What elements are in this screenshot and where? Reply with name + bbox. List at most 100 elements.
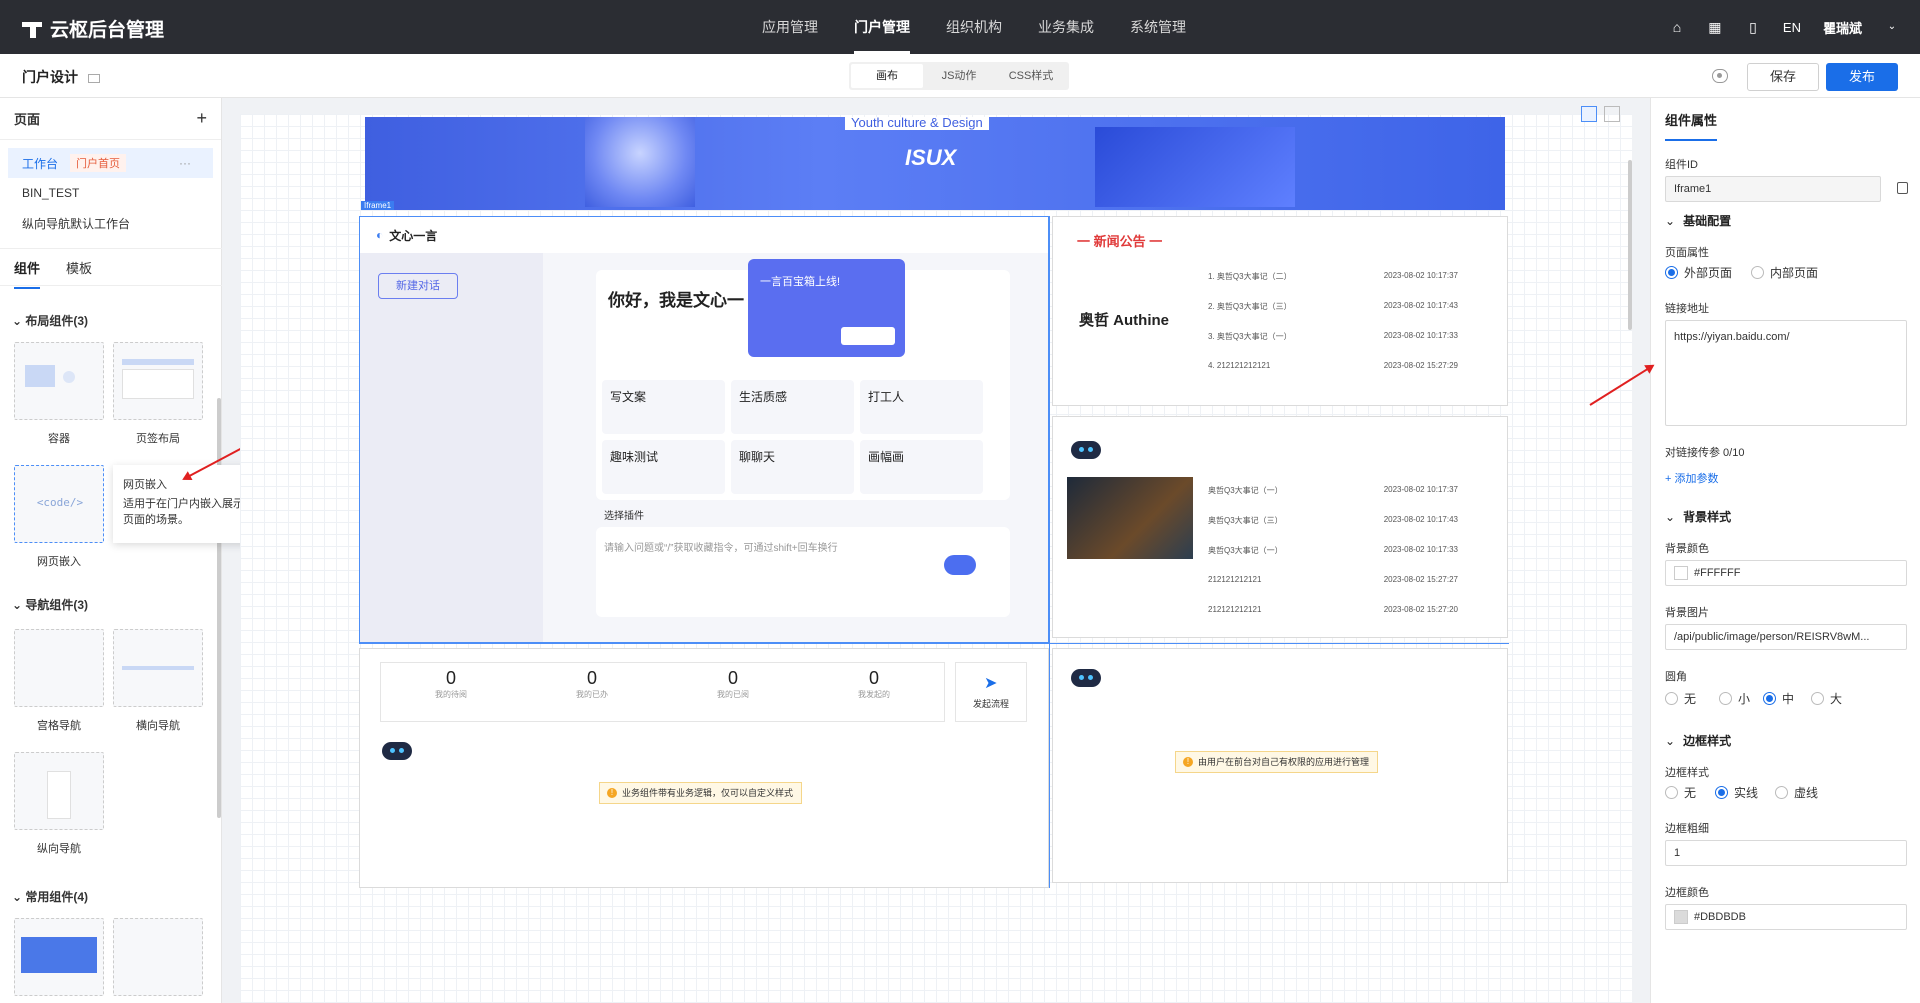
image-list-panel[interactable]: 奥哲Q3大事记（一） 2023-08-02 10:17:37 奥哲Q3大事记（三）… <box>1052 416 1508 638</box>
card-chat[interactable]: 聊聊天 <box>731 440 854 494</box>
group-common[interactable]: ⌄ 常用组件(4) <box>12 888 88 905</box>
canvas-layout-icon[interactable] <box>1581 106 1597 122</box>
news-row[interactable]: 3. 奥哲Q3大事记（一） 2023-08-02 10:17:33 <box>1208 331 1458 342</box>
code-icon: <code/> <box>36 496 84 509</box>
canvas-scrollbar[interactable] <box>1628 160 1632 330</box>
nav-system[interactable]: 系统管理 <box>1112 0 1204 54</box>
preview-eye-icon[interactable] <box>1712 69 1728 83</box>
component-vertical-nav[interactable]: 纵向导航 <box>14 752 104 856</box>
param-label: 对链接传参 0/10 <box>1665 447 1745 459</box>
border-width-label: 边框粗细 <box>1665 823 1709 835</box>
card-fun-test[interactable]: 趣味测试 <box>602 440 725 494</box>
banner-carousel[interactable]: Youth culture & Design ISUX <box>365 117 1505 210</box>
properties-panel: 组件属性 组件ID Iframe1 基础配置 页面属性 外部页面 内部页面 链接… <box>1650 98 1920 1003</box>
new-chat-button[interactable]: 新建对话 <box>378 273 458 299</box>
basic-config-section[interactable]: 基础配置 <box>1665 212 1731 229</box>
component-common-2[interactable] <box>113 918 203 996</box>
url-textarea[interactable] <box>1665 320 1907 426</box>
group-layout[interactable]: ⌄ 布局组件(3) <box>12 312 88 329</box>
stat-done[interactable]: 0 我的已办 <box>562 668 622 700</box>
news-panel[interactable]: 一 新闻公告 一 奥哲 Authine 1. 奥哲Q3大事记（二） 2023-08… <box>1052 216 1508 406</box>
list-row[interactable]: 奥哲Q3大事记（一） 2023-08-02 10:17:33 <box>1208 545 1458 556</box>
tab-templates[interactable]: 模板 <box>66 258 92 277</box>
list-row[interactable]: 奥哲Q3大事记（一） 2023-08-02 10:17:37 <box>1208 485 1458 496</box>
document-icon[interactable]: ▯ <box>1745 19 1761 35</box>
page-item-workbench[interactable]: 工作台 门户首页 ··· <box>8 148 213 178</box>
tab-js-actions[interactable]: JS动作 <box>923 64 995 88</box>
popup-action-button[interactable] <box>841 327 895 345</box>
radio-border-none[interactable]: 无 <box>1665 784 1696 801</box>
embedded-input[interactable]: 选择插件 请输入问题或“/”获取收藏指令，可通过shift+回车换行 <box>596 511 1010 617</box>
embedded-brand: 文心一言 <box>389 228 438 243</box>
component-id-field[interactable]: Iframe1 <box>1665 176 1881 202</box>
stat-initiated[interactable]: 0 我发起的 <box>844 668 904 700</box>
canvas-grid-icon[interactable] <box>1604 106 1620 122</box>
bg-color-swatch <box>1674 566 1688 581</box>
language-switch[interactable]: EN <box>1783 20 1801 35</box>
border-color-field[interactable]: #DBDBDB <box>1665 904 1907 930</box>
page-item-vertical-nav[interactable]: 纵向导航默认工作台 <box>0 208 221 238</box>
tab-css-styles[interactable]: CSS样式 <box>995 64 1067 88</box>
radio-radius-none[interactable]: 无 <box>1665 690 1696 707</box>
user-name[interactable]: 瞿瑞斌 <box>1823 18 1862 37</box>
more-icon[interactable]: ··· <box>179 156 191 170</box>
start-flow-button[interactable]: ➤ 发起流程 <box>955 662 1027 722</box>
bg-image-field[interactable]: /api/public/image/person/REISRV8wM... <box>1665 624 1907 650</box>
publish-button[interactable]: 发布 <box>1826 63 1898 91</box>
stat-read[interactable]: 0 我的已阅 <box>703 668 763 700</box>
stat-pending-read[interactable]: 0 我的待阅 <box>421 668 481 700</box>
list-row[interactable]: 212121212121 2023-08-02 15:27:27 <box>1208 575 1458 584</box>
component-container[interactable]: 容器 <box>14 342 104 446</box>
screen-icon[interactable] <box>87 73 100 83</box>
radio-internal-page[interactable]: 内部页面 <box>1751 264 1818 281</box>
border-width-field[interactable]: 1 <box>1665 840 1907 866</box>
send-button[interactable] <box>944 555 976 575</box>
nav-portal[interactable]: 门户管理 <box>836 0 928 54</box>
card-copywriting[interactable]: 写文案 <box>602 380 725 434</box>
radio-border-solid[interactable]: 实线 <box>1715 784 1758 801</box>
add-page-icon[interactable]: + <box>196 108 207 129</box>
component-iframe[interactable]: <code/> 网页嵌入 <box>14 465 104 569</box>
tab-canvas[interactable]: 画布 <box>851 64 923 88</box>
component-tab-layout[interactable]: 页签布局 <box>113 342 203 446</box>
home-icon[interactable]: ⌂ <box>1669 19 1685 35</box>
radio-radius-large[interactable]: 大 <box>1811 690 1842 707</box>
properties-title: 组件属性 <box>1665 110 1718 141</box>
group-navigation[interactable]: ⌄ 导航组件(3) <box>12 596 88 613</box>
iframe-component[interactable]: ◐ 文心一言 新建对话 你好，我是文心一 写文案 生活质感 打工人 趣味测试 聊聊… <box>359 216 1049 643</box>
bg-color-field[interactable]: #FFFFFF <box>1665 560 1907 586</box>
nav-org[interactable]: 组织机构 <box>928 0 1020 54</box>
page-item-bin-test[interactable]: BIN_TEST <box>0 178 221 208</box>
nav-integration[interactable]: 业务集成 <box>1020 0 1112 54</box>
component-common-1[interactable] <box>14 918 104 996</box>
app-title: 云枢后台管理 <box>50 20 165 41</box>
apps-grid-icon[interactable]: ▦ <box>1707 19 1723 35</box>
component-grid-nav[interactable]: 宫格导航 <box>14 629 104 733</box>
tab-components[interactable]: 组件 <box>14 258 41 289</box>
radio-border-dashed[interactable]: 虚线 <box>1775 784 1818 801</box>
radio-external-page[interactable]: 外部页面 <box>1665 264 1732 281</box>
nav-apps[interactable]: 应用管理 <box>744 0 836 54</box>
list-row[interactable]: 212121212121 2023-08-02 15:27:20 <box>1208 605 1458 614</box>
bg-style-section[interactable]: 背景样式 <box>1665 508 1731 525</box>
save-button[interactable]: 保存 <box>1747 63 1819 91</box>
banner-illustration-left <box>585 117 695 207</box>
plugin-select[interactable]: 选择插件 <box>604 507 644 522</box>
list-row[interactable]: 奥哲Q3大事记（三） 2023-08-02 10:17:43 <box>1208 515 1458 526</box>
copy-icon[interactable] <box>1897 182 1908 194</box>
component-horizontal-nav[interactable]: 横向导航 <box>113 629 203 733</box>
news-row[interactable]: 4. 212121212121 2023-08-02 15:27:29 <box>1208 361 1458 370</box>
card-draw[interactable]: 画幅画 <box>860 440 983 494</box>
border-color-label: 边框颜色 <box>1665 887 1709 899</box>
radio-radius-small[interactable]: 小 <box>1719 690 1750 707</box>
radio-radius-medium[interactable]: 中 <box>1763 690 1794 707</box>
card-worker[interactable]: 打工人 <box>860 380 983 434</box>
news-row[interactable]: 1. 奥哲Q3大事记（二） 2023-08-02 10:17:37 <box>1208 271 1458 282</box>
app-panel[interactable]: 由用户在前台对自己有权限的应用进行管理 <box>1052 648 1508 883</box>
app-logo[interactable]: 云枢后台管理 <box>22 15 164 42</box>
border-style-section[interactable]: 边框样式 <box>1665 732 1731 749</box>
card-life[interactable]: 生活质感 <box>731 380 854 434</box>
add-param-link[interactable]: + 添加参数 <box>1665 470 1718 486</box>
news-row[interactable]: 2. 奥哲Q3大事记（三） 2023-08-02 10:17:43 <box>1208 301 1458 312</box>
chevron-down-icon[interactable]: ⌄ <box>1884 19 1900 35</box>
